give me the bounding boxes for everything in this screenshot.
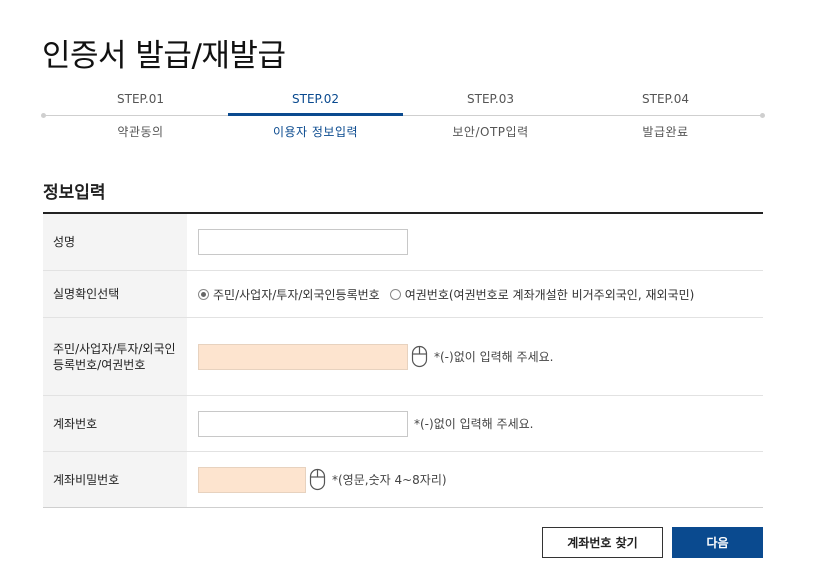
step-2-number: STEP.02 xyxy=(292,92,339,106)
form-row-name: 성명 xyxy=(43,214,763,270)
id-type-label: 실명확인선택 xyxy=(43,271,187,317)
form-row-id-type: 실명확인선택 주민/사업자/투자/외국인등록번호 여권번호(여권번호로 계좌개설… xyxy=(43,270,763,317)
step-1: STEP.01 약관동의 xyxy=(53,86,228,146)
page-title: 인증서 발급/재발급 xyxy=(42,38,286,74)
id-type-option-resident[interactable]: 주민/사업자/투자/외국인등록번호 xyxy=(198,286,380,303)
step-3-name: 보안/OTP입력 xyxy=(452,125,529,139)
id-number-label: 주민/사업자/투자/외국인등록번호/여권번호 xyxy=(43,318,187,395)
radio-checked-icon xyxy=(198,288,209,300)
account-number-input[interactable] xyxy=(198,410,408,437)
step-2: STEP.02 이용자 정보입력 xyxy=(228,86,403,146)
form-row-account-number: 계좌번호 *(-)없이 입력해 주세요. xyxy=(43,395,763,451)
account-password-hint: *(영문,숫자 4~8자리) xyxy=(332,473,447,487)
id-type-option-resident-label: 주민/사업자/투자/외국인등록번호 xyxy=(213,287,380,302)
account-password-label: 계좌비밀번호 xyxy=(43,452,187,507)
id-type-field-cell: 주민/사업자/투자/외국인등록번호 여권번호(여권번호로 계좌개설한 비거주외국… xyxy=(187,271,763,317)
account-password-field-cell: *(영문,숫자 4~8자리) xyxy=(187,452,763,507)
step-indicator: STEP.01 약관동의 STEP.02 이용자 정보입력 STEP.03 보안… xyxy=(41,86,765,146)
next-button[interactable]: 다음 xyxy=(672,527,763,558)
account-number-label: 계좌번호 xyxy=(43,396,187,451)
form-row-account-password: 계좌비밀번호 *(영문,숫자 4~8자리) xyxy=(43,451,763,507)
radio-unchecked-icon xyxy=(389,288,401,300)
id-number-hint: *(-)없이 입력해 주세요. xyxy=(434,350,554,364)
step-1-name: 약관동의 xyxy=(117,125,164,139)
id-type-option-passport[interactable]: 여권번호(여권번호로 계좌개설한 비거주외국인, 재외국민) xyxy=(389,286,695,303)
find-account-button[interactable]: 계좌번호 찾기 xyxy=(542,527,663,558)
name-label: 성명 xyxy=(43,214,187,270)
step-track-start-dot xyxy=(41,113,46,118)
step-4-name: 발급완료 xyxy=(642,125,689,139)
info-form: 성명 실명확인선택 주민/사업자/투자/외국인등록번호 여권번호(여권번호로 계… xyxy=(43,212,763,508)
mouse-icon[interactable] xyxy=(411,345,428,368)
id-type-option-passport-label: 여권번호(여권번호로 계좌개설한 비거주외국인, 재외국민) xyxy=(404,287,695,302)
form-row-id-number: 주민/사업자/투자/외국인등록번호/여권번호 *(-)없이 입력해 주세요. xyxy=(43,317,763,395)
account-number-field-cell: *(-)없이 입력해 주세요. xyxy=(187,396,763,451)
account-password-input[interactable] xyxy=(198,466,306,493)
step-3-number: STEP.03 xyxy=(467,92,514,106)
step-4-number: STEP.04 xyxy=(642,92,689,106)
step-1-number: STEP.01 xyxy=(117,92,164,106)
name-input[interactable] xyxy=(198,229,408,255)
id-number-field-cell: *(-)없이 입력해 주세요. xyxy=(187,318,763,395)
step-2-active-bar xyxy=(228,113,403,116)
step-4: STEP.04 발급완료 xyxy=(578,86,753,146)
id-number-input[interactable] xyxy=(198,343,408,370)
section-title: 정보입력 xyxy=(43,183,106,203)
account-number-hint: *(-)없이 입력해 주세요. xyxy=(414,417,534,431)
step-track-end-dot xyxy=(760,113,765,118)
mouse-icon[interactable] xyxy=(309,468,326,491)
step-2-name: 이용자 정보입력 xyxy=(272,125,359,139)
name-field-cell xyxy=(187,214,763,270)
step-3: STEP.03 보안/OTP입력 xyxy=(403,86,578,146)
